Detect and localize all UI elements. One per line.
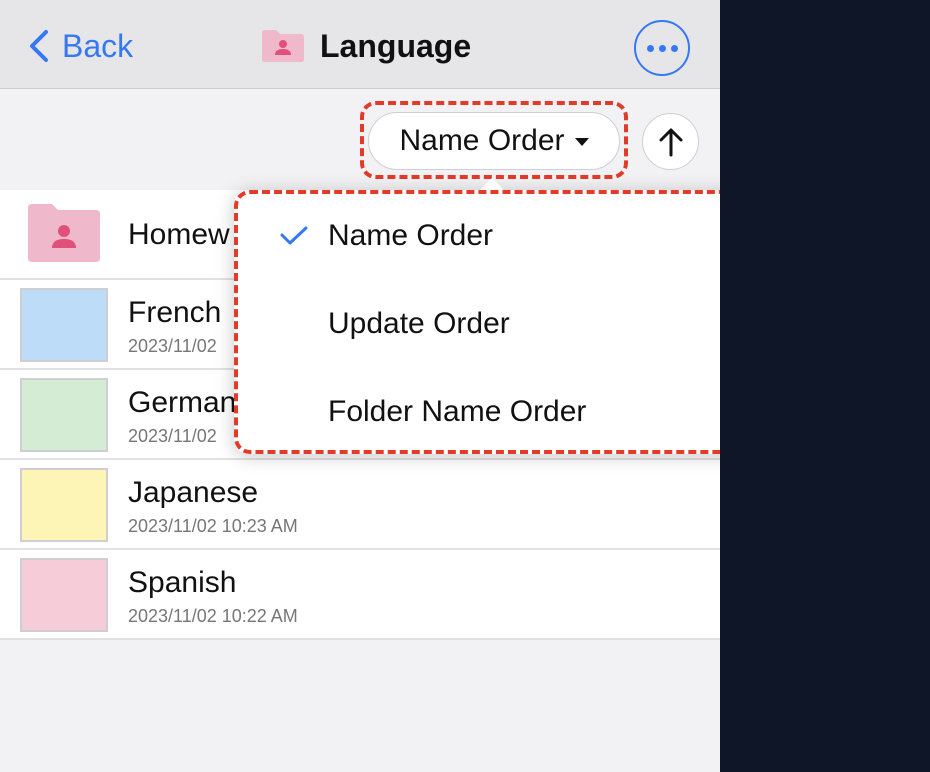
page-title: Language [320, 27, 472, 64]
menu-item-folder-name-order[interactable]: Folder Name Order [234, 368, 720, 456]
ellipsis-icon-dot [646, 44, 654, 52]
menu-item-label: Update Order [328, 307, 510, 340]
menu-item-name-order[interactable]: Name Order [234, 192, 720, 280]
user-folder-icon [28, 204, 100, 262]
notebook-cover-thumbnail [20, 468, 108, 542]
sort-order-menu: Name Order Update Order Folder Name Orde… [234, 190, 720, 454]
menu-item-label: Folder Name Order [328, 395, 587, 428]
notebook-cover-thumbnail [20, 558, 108, 632]
page-title-group: Language [262, 26, 471, 66]
menu-item-update-order[interactable]: Update Order [234, 280, 720, 368]
caret-down-icon [574, 138, 589, 146]
user-folder-icon [262, 30, 304, 62]
menu-item-label: Name Order [328, 219, 494, 252]
sort-direction-button[interactable] [642, 113, 699, 170]
list-item-name: Homew [128, 218, 230, 251]
chevron-left-icon [30, 30, 48, 62]
list-item-name: German [128, 386, 237, 419]
notebook-cover-thumbnail [20, 378, 108, 452]
app-window: Back Language Name Order Homew French 20… [0, 0, 720, 772]
list-item-date: 2023/11/02 10:23 AM [128, 516, 298, 536]
more-options-button[interactable] [634, 20, 690, 76]
sort-order-button[interactable]: Name Order [368, 112, 620, 170]
popover-arrow [476, 178, 508, 194]
list-item-name: Japanese [128, 476, 259, 509]
list-item-name: French [128, 296, 222, 329]
sort-order-label: Name Order [399, 124, 565, 157]
checkmark-icon [280, 226, 308, 245]
list-item-date: 2023/11/02 [128, 336, 217, 356]
back-button-label: Back [62, 27, 134, 64]
back-button[interactable]: Back [28, 26, 133, 66]
ellipsis-icon-dot [670, 44, 678, 52]
list-item-name: Spanish [128, 566, 237, 599]
arrow-up-icon [659, 128, 682, 156]
list-item-notebook[interactable]: Japanese 2023/11/02 10:23 AM [0, 460, 720, 550]
list-item-date: 2023/11/02 10:22 AM [128, 606, 298, 626]
list-item-notebook[interactable]: Spanish 2023/11/02 10:22 AM [0, 550, 720, 640]
notebook-cover-thumbnail [20, 288, 108, 362]
list-item-date: 2023/11/02 [128, 426, 217, 446]
navigation-bar: Back Language [0, 0, 720, 89]
ellipsis-icon-dot [658, 44, 666, 52]
